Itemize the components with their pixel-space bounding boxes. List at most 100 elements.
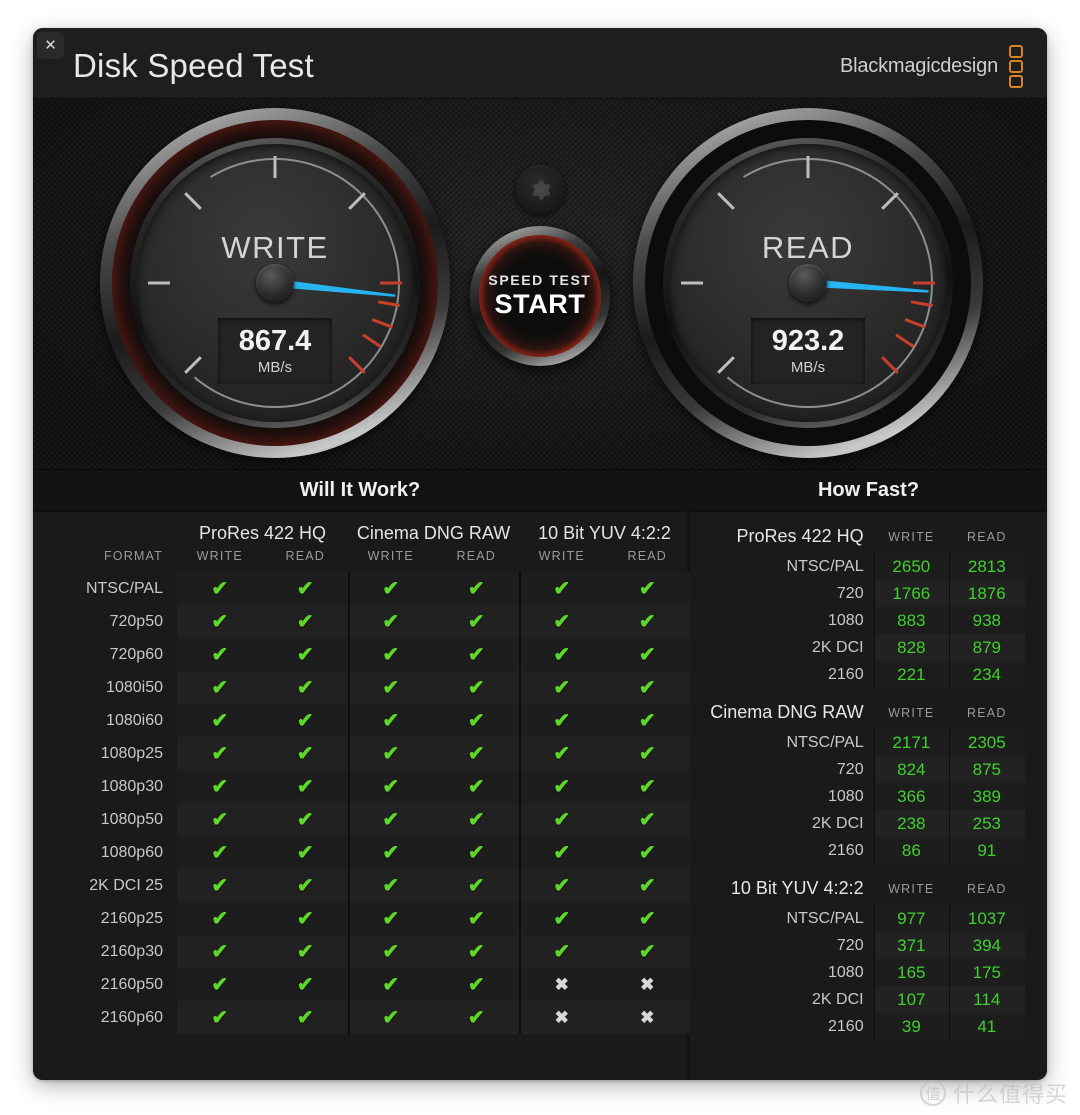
cell-write-speed: 2171: [873, 729, 950, 756]
column-header-yuv-read: READ: [627, 549, 668, 563]
cell-write-speed: 1766: [873, 580, 950, 607]
brand-area: Blackmagicdesign: [840, 44, 1023, 88]
page-title: Disk Speed Test: [73, 47, 314, 84]
how-fast-group-name: Cinema DNG RAW: [710, 702, 864, 722]
cell-supported: ✔: [519, 902, 605, 935]
cell-supported: ✔: [433, 902, 520, 935]
cell-read-speed: 234: [949, 661, 1025, 688]
cell-write-speed: 977: [873, 905, 950, 932]
checkmark-icon: ✔: [638, 710, 656, 732]
table-row: 720 1766 1876: [690, 580, 1047, 607]
cell-supported: ✔: [433, 935, 520, 968]
table-row: 2160 39 41: [690, 1013, 1047, 1040]
checkmark-icon: ✔: [296, 941, 314, 963]
cell-supported: ✔: [262, 671, 348, 704]
checkmark-icon: ✔: [553, 809, 571, 831]
cell-unsupported: ✖: [519, 968, 605, 1001]
settings-button[interactable]: [515, 165, 565, 214]
close-button[interactable]: ✕: [37, 32, 64, 59]
cell-read-speed: 1037: [949, 905, 1025, 932]
how-fast-groups: ProRes 422 HQ WRITE READ NTSC/PAL 2650 2813 72…: [690, 518, 1047, 1040]
cell-supported: ✔: [433, 968, 520, 1001]
checkmark-icon: ✔: [382, 710, 400, 732]
how-fast-col-read: READ: [967, 705, 1007, 720]
checkmark-icon: ✔: [211, 908, 229, 930]
row-format-label: 2160p30: [100, 942, 163, 960]
cell-supported: ✔: [433, 572, 520, 605]
checkmark-icon: ✔: [296, 875, 314, 897]
will-it-work-table: ProRes 422 HQ Cinema DNG RAW 10 Bit YUV …: [33, 512, 691, 1034]
spacer: [1025, 553, 1047, 580]
table-row: 1080i60 ✔ ✔ ✔ ✔ ✔ ✔: [33, 704, 691, 737]
checkmark-icon: ✔: [211, 677, 229, 699]
start-button-inner: SPEED TEST START: [479, 235, 601, 357]
table-row: 1080p30 ✔ ✔ ✔ ✔ ✔ ✔: [33, 770, 691, 803]
cell-supported: ✔: [348, 770, 434, 803]
table-row: 1080p60 ✔ ✔ ✔ ✔ ✔ ✔: [33, 836, 691, 869]
cell-supported: ✔: [433, 638, 520, 671]
cell-supported: ✔: [604, 935, 691, 968]
checkmark-icon: ✔: [553, 611, 571, 633]
checkmark-icon: ✔: [382, 677, 400, 699]
row-format-label: 1080i50: [106, 678, 163, 696]
checkmark-icon: ✔: [211, 809, 229, 831]
spacer: [1025, 661, 1047, 688]
cell-supported: ✔: [519, 869, 605, 902]
cell-read-speed: 938: [949, 607, 1025, 634]
row-format-label: 2K DCI 25: [89, 876, 163, 894]
watermark-logo-icon: 值: [919, 1080, 946, 1106]
checkmark-icon: ✔: [211, 974, 229, 996]
column-header-prores-write: WRITE: [196, 549, 243, 563]
row-resolution-label: 720: [836, 936, 864, 954]
cell-supported: ✔: [262, 968, 348, 1001]
checkmark-icon: ✔: [296, 677, 314, 699]
cell-supported: ✔: [519, 737, 605, 770]
table-group-header-row: ProRes 422 HQ Cinema DNG RAW 10 Bit YUV …: [33, 512, 690, 546]
checkmark-icon: ✔: [211, 776, 229, 798]
cell-supported: ✔: [262, 704, 348, 737]
cell-supported: ✔: [519, 935, 605, 968]
speed-test-start-button[interactable]: SPEED TEST START: [470, 226, 610, 366]
cell-supported: ✔: [348, 1001, 434, 1034]
table-row: 2160 221 234: [690, 661, 1047, 688]
cell-supported: ✔: [177, 935, 263, 968]
spacer: [1025, 905, 1047, 932]
cell-supported: ✔: [348, 935, 434, 968]
cell-supported: ✔: [519, 836, 605, 869]
read-unit: MB/s: [790, 359, 826, 377]
how-fast-group-name: ProRes 422 HQ: [736, 526, 864, 546]
cell-read-speed: 91: [949, 837, 1025, 864]
cell-unsupported: ✖: [604, 1001, 691, 1034]
will-it-work-body: NTSC/PAL ✔ ✔ ✔ ✔ ✔ ✔ 720p50 ✔ ✔ ✔ ✔ ✔ ✔ 720p60 ✔ ✔ ✔ ✔ ✔ ✔ 10…: [33, 572, 691, 1034]
cell-supported: ✔: [348, 968, 434, 1001]
cell-supported: ✔: [604, 572, 691, 605]
checkmark-icon: ✔: [467, 842, 485, 864]
table-row: 720p50 ✔ ✔ ✔ ✔ ✔ ✔: [33, 605, 691, 638]
spacer: [1025, 634, 1047, 661]
table-row: 720 824 875: [690, 756, 1047, 783]
checkmark-icon: ✔: [382, 908, 400, 930]
cross-icon: ✖: [554, 974, 569, 994]
cell-supported: ✔: [604, 737, 691, 770]
checkmark-icon: ✔: [211, 578, 229, 600]
checkmark-icon: ✔: [296, 842, 314, 864]
cell-supported: ✔: [433, 737, 520, 770]
checkmark-icon: ✔: [296, 809, 314, 831]
cell-read-speed: 114: [949, 986, 1025, 1013]
cell-unsupported: ✖: [604, 968, 691, 1001]
cell-supported: ✔: [262, 935, 348, 968]
checkmark-icon: ✔: [382, 941, 400, 963]
row-resolution-label: 2K DCI: [812, 814, 864, 832]
spacer: [1025, 580, 1047, 607]
spacer: [1025, 810, 1047, 837]
checkmark-icon: ✔: [467, 809, 485, 831]
cell-supported: ✔: [348, 572, 434, 605]
row-format-label: 2160p50: [100, 975, 163, 993]
spacer: [1025, 870, 1047, 905]
cell-supported: ✔: [177, 638, 263, 671]
cell-supported: ✔: [519, 572, 605, 605]
row-resolution-label: NTSC/PAL: [786, 557, 864, 575]
how-fast-col-write: WRITE: [888, 529, 935, 544]
cell-read-speed: 875: [949, 756, 1025, 783]
cell-supported: ✔: [604, 605, 691, 638]
